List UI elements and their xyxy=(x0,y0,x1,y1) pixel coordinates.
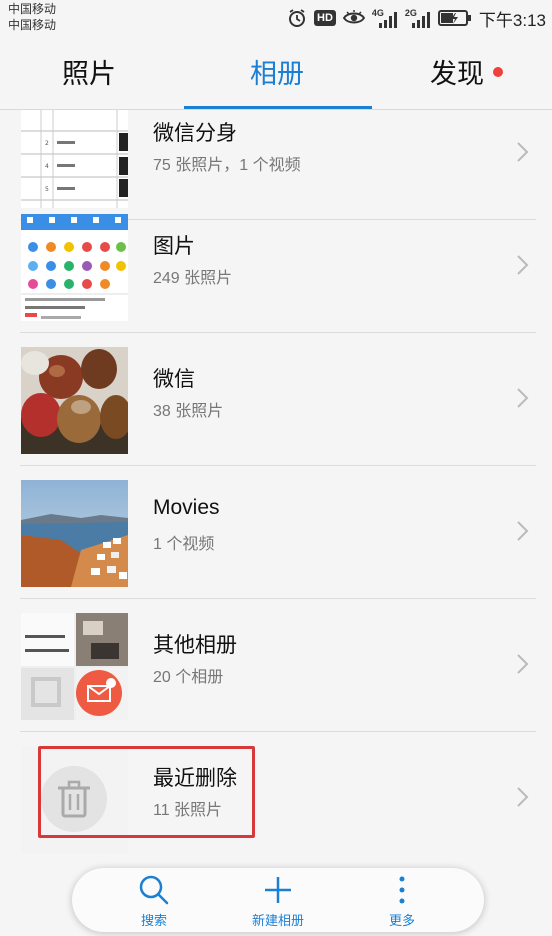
album-row-other-albums[interactable]: 其他相册 20 个相册 xyxy=(0,599,552,732)
album-list: 2 4 5 微信分身 75 张照片，1 个视频 图片 249 张照片 微信 38… xyxy=(0,110,552,936)
album-row-pictures[interactable]: 图片 249 张照片 xyxy=(0,200,552,333)
album-name: 其他相册 xyxy=(153,634,237,657)
album-thumbnail: 2 4 5 xyxy=(21,110,128,208)
album-thumbnail xyxy=(21,347,128,454)
new-album-button[interactable]: 新建相册 xyxy=(228,868,328,932)
more-label: 更多 xyxy=(388,913,415,928)
svg-text:5: 5 xyxy=(45,186,49,193)
carrier-label-2: 中国移动 xyxy=(8,18,57,32)
clock-time: 下午3:13 xyxy=(478,10,546,30)
tab-photos[interactable]: 照片 xyxy=(62,52,116,91)
album-thumbnail xyxy=(21,480,128,587)
chevron-right-icon xyxy=(517,654,529,674)
eye-comfort-icon xyxy=(342,10,365,24)
album-count: 38 张照片 xyxy=(153,403,224,420)
active-tab-indicator xyxy=(184,106,372,109)
battery-charging-icon xyxy=(437,10,471,26)
album-name: 图片 xyxy=(153,235,195,258)
signal-2g-icon: 2G xyxy=(405,8,431,28)
discover-badge-dot xyxy=(493,67,503,77)
app-screenshot-image xyxy=(21,214,128,321)
chevron-right-icon xyxy=(517,521,529,541)
signal-4g-icon: 4G xyxy=(372,8,398,28)
album-name: 最近删除 xyxy=(153,767,237,790)
album-row-movies[interactable]: Movies 1 个视频 xyxy=(0,466,552,599)
chevron-right-icon xyxy=(517,787,529,807)
album-name: 微信 xyxy=(153,368,195,391)
album-thumbnail xyxy=(21,613,128,720)
chevron-right-icon xyxy=(517,388,529,408)
hd-icon: HD xyxy=(314,10,336,26)
document-screenshot-image: 2 4 5 xyxy=(21,110,128,208)
tab-albums[interactable]: 相册 xyxy=(250,52,304,91)
album-count: 1 个视频 xyxy=(153,536,215,553)
carrier-label-1: 中国移动 xyxy=(8,2,57,16)
album-name: Movies xyxy=(153,496,220,519)
album-thumbnail xyxy=(21,746,128,853)
album-count: 75 张照片，1 个视频 xyxy=(153,157,301,174)
status-bar: 中国移动 中国移动 HD 4G 2G 下午3:13 xyxy=(0,0,552,36)
seaside-photo-image xyxy=(21,480,128,587)
new-album-label: 新建相册 xyxy=(251,913,304,928)
album-thumbnail xyxy=(21,214,128,321)
album-row-recently-deleted[interactable]: 最近删除 11 张照片 xyxy=(0,732,552,865)
apples-photo-image xyxy=(21,347,128,454)
alarm-icon xyxy=(289,9,306,27)
search-label: 搜索 xyxy=(140,913,167,928)
album-count: 20 个相册 xyxy=(153,669,224,686)
trash-icon xyxy=(41,766,107,832)
tab-bar: 照片 相册 发现 xyxy=(0,36,552,110)
search-button[interactable]: 搜索 xyxy=(104,868,204,932)
chevron-right-icon xyxy=(517,255,529,275)
chevron-right-icon xyxy=(517,142,529,162)
tab-discover[interactable]: 发现 xyxy=(430,52,484,91)
album-count: 249 张照片 xyxy=(153,270,233,287)
svg-text:2: 2 xyxy=(45,140,49,147)
plus-icon xyxy=(265,877,291,903)
album-count: 11 张照片 xyxy=(153,802,223,819)
svg-text:4: 4 xyxy=(45,163,49,170)
more-button[interactable]: 更多 xyxy=(352,868,452,932)
album-name: 微信分身 xyxy=(153,122,237,145)
album-row-weixin[interactable]: 微信 38 张照片 xyxy=(0,333,552,466)
search-icon xyxy=(139,875,169,905)
more-vertical-icon xyxy=(399,876,405,904)
status-icons: HD 4G 2G 下午3:13 xyxy=(287,6,546,30)
bottom-toolbar: 搜索 新建相册 更多 xyxy=(72,868,484,932)
collage-image xyxy=(21,613,128,720)
